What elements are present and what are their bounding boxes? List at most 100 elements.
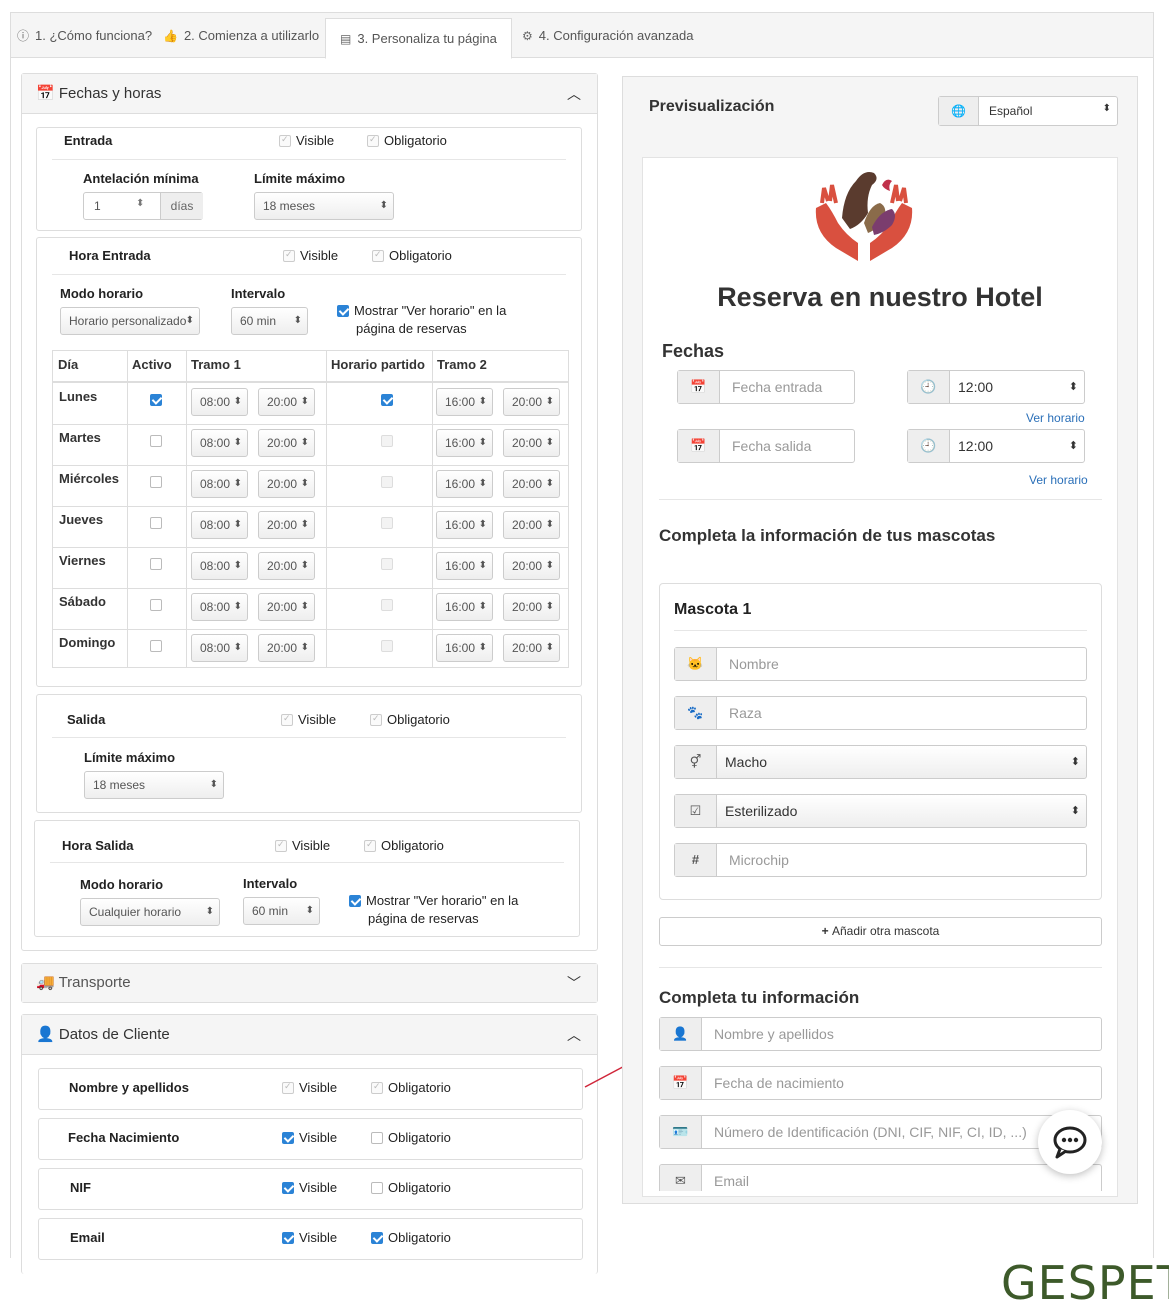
hora-salida-visible[interactable]: Visible: [275, 838, 330, 853]
tab-configuracion[interactable]: ⚙ 4. Configuración avanzada: [516, 13, 693, 58]
salida-modo-select[interactable]: Cualquier horario: [80, 898, 220, 926]
cliente-visible[interactable]: Visible: [282, 1080, 337, 1095]
activo-checkbox[interactable]: [150, 515, 167, 530]
time-select[interactable]: 08:00: [191, 593, 248, 621]
antelacion-input[interactable]: 1 ⬍ días: [83, 192, 203, 220]
cliente-visible[interactable]: Visible: [282, 1180, 337, 1195]
pet-raza-input[interactable]: 🐾 Raza: [674, 696, 1087, 730]
spinner-icon[interactable]: ⬍: [136, 198, 144, 209]
ver-horario-salida-link[interactable]: Ver horario: [1029, 473, 1088, 487]
salida-limite-select[interactable]: 18 meses: [84, 771, 224, 799]
tab-como-funciona[interactable]: ⓘ 1. ¿Cómo funciona?: [11, 13, 152, 58]
pet-nombre-input[interactable]: 🐱 Nombre: [674, 647, 1087, 681]
time-select[interactable]: 20:00: [258, 429, 315, 457]
time-select[interactable]: 20:00: [503, 511, 560, 539]
time-select[interactable]: 20:00: [503, 470, 560, 498]
modo-select[interactable]: Horario personalizado: [60, 307, 200, 335]
time-select[interactable]: 08:00: [191, 634, 248, 662]
activo-checkbox[interactable]: [150, 597, 167, 612]
cliente-obligatorio[interactable]: Obligatorio: [371, 1230, 451, 1245]
pet-sexo-select[interactable]: ⚥ Macho ⬍: [674, 745, 1087, 779]
time-select[interactable]: 20:00: [258, 634, 315, 662]
time-select[interactable]: 16:00: [436, 634, 493, 662]
cliente-visible[interactable]: Visible: [282, 1130, 337, 1145]
partido-checkbox[interactable]: [381, 597, 398, 612]
time-select[interactable]: 16:00: [436, 388, 493, 416]
time-select[interactable]: 16:00: [436, 429, 493, 457]
hora-entrada-visible[interactable]: Visible: [283, 248, 338, 263]
client-nombre-input[interactable]: 👤 Nombre y apellidos: [659, 1017, 1102, 1051]
time-select[interactable]: 20:00: [503, 388, 560, 416]
salida-visible[interactable]: Visible: [281, 712, 336, 727]
fecha-salida-input[interactable]: 📅 Fecha salida: [677, 429, 855, 463]
time-select[interactable]: 20:00: [503, 593, 560, 621]
tab-comienza[interactable]: 👍 2. Comienza a utilizarlo: [157, 13, 319, 58]
time-select[interactable]: 20:00: [503, 429, 560, 457]
time-select[interactable]: 20:00: [258, 593, 315, 621]
entrada-obligatorio[interactable]: Obligatorio: [367, 133, 447, 148]
time-select[interactable]: 08:00: [191, 552, 248, 580]
salida-intervalo-select[interactable]: 60 min: [243, 897, 320, 925]
time-select[interactable]: 20:00: [258, 388, 315, 416]
partido-checkbox[interactable]: [381, 433, 398, 448]
salida-mostrar-ver-horario[interactable]: Mostrar "Ver horario" en la página de res…: [349, 892, 518, 928]
pet-esterilizado-select[interactable]: ☑ Esterilizado ⬍: [674, 794, 1087, 828]
time-select[interactable]: 16:00: [436, 470, 493, 498]
hora-salida-select[interactable]: 🕘 12:00 ⬍: [907, 429, 1085, 463]
select-arrow-icon: ⬍: [1102, 103, 1111, 114]
hora-salida-obligatorio[interactable]: Obligatorio: [364, 838, 444, 853]
time-select[interactable]: 20:00: [258, 511, 315, 539]
time-select[interactable]: 08:00: [191, 429, 248, 457]
salida-obligatorio[interactable]: Obligatorio: [370, 712, 450, 727]
activo-checkbox[interactable]: [150, 433, 167, 448]
activo-checkbox[interactable]: [150, 556, 167, 571]
partido-checkbox[interactable]: [381, 392, 398, 407]
client-email-input[interactable]: ✉ Email: [659, 1164, 1102, 1191]
time-select[interactable]: 20:00: [503, 552, 560, 580]
time-select[interactable]: 16:00: [436, 593, 493, 621]
time-select[interactable]: 08:00: [191, 388, 248, 416]
cliente-header[interactable]: 👤 Datos de Cliente ︿: [22, 1015, 597, 1055]
page-icon: ▤: [340, 32, 352, 46]
activo-checkbox[interactable]: [150, 474, 167, 489]
entrada-visible[interactable]: Visible: [279, 133, 334, 148]
mostrar-ver-horario[interactable]: Mostrar "Ver horario" en la página de res…: [337, 302, 506, 338]
activo-checkbox[interactable]: [150, 638, 167, 653]
pet-microchip-input[interactable]: # Microchip: [674, 843, 1087, 877]
intervalo-select[interactable]: 60 min: [231, 307, 308, 335]
time-select[interactable]: 16:00: [436, 511, 493, 539]
partido-checkbox[interactable]: [381, 638, 398, 653]
divider: [52, 159, 566, 160]
cliente-obligatorio[interactable]: Obligatorio: [371, 1180, 451, 1195]
hora-entrada-obligatorio[interactable]: Obligatorio: [372, 248, 452, 263]
partido-checkbox[interactable]: [381, 556, 398, 571]
time-select[interactable]: 20:00: [503, 634, 560, 662]
hora-entrada-select[interactable]: 🕘 12:00 ⬍: [907, 370, 1085, 404]
chevron-up-icon[interactable]: ︿: [567, 74, 581, 114]
cliente-visible[interactable]: Visible: [282, 1230, 337, 1245]
language-select[interactable]: 🌐 Español ⬍: [938, 96, 1118, 126]
tab-personaliza[interactable]: ▤ 3. Personaliza tu página: [325, 18, 512, 59]
ver-horario-entrada-link[interactable]: Ver horario: [1026, 411, 1085, 425]
partido-checkbox[interactable]: [381, 515, 398, 530]
chevron-down-icon[interactable]: ﹀: [567, 964, 581, 1002]
limite-select[interactable]: 18 meses: [254, 192, 394, 220]
time-select[interactable]: 08:00: [191, 470, 248, 498]
cliente-obligatorio[interactable]: Obligatorio: [371, 1130, 451, 1145]
client-fecha-nac-input[interactable]: 📅 Fecha de nacimiento: [659, 1066, 1102, 1100]
add-pet-button[interactable]: + Añadir otra mascota: [659, 917, 1102, 946]
time-select[interactable]: 16:00: [436, 552, 493, 580]
time-select[interactable]: 08:00: [191, 511, 248, 539]
cliente-obligatorio[interactable]: Obligatorio: [371, 1080, 451, 1095]
chat-button[interactable]: [1038, 1110, 1102, 1174]
transporte-header[interactable]: 🚚 Transporte ﹀: [22, 964, 597, 1002]
transporte-panel[interactable]: 🚚 Transporte ﹀: [21, 963, 598, 1003]
partido-checkbox[interactable]: [381, 474, 398, 489]
client-id-input[interactable]: 🪪 Número de Identificación (DNI, CIF, NIF…: [659, 1115, 1102, 1149]
time-select[interactable]: 20:00: [258, 470, 315, 498]
fecha-entrada-input[interactable]: 📅 Fecha entrada: [677, 370, 855, 404]
fechas-panel-header[interactable]: 📅 Fechas y horas ︿: [22, 74, 597, 114]
time-select[interactable]: 20:00: [258, 552, 315, 580]
chevron-up-icon[interactable]: ︿: [567, 1015, 581, 1055]
activo-checkbox[interactable]: [150, 392, 167, 407]
